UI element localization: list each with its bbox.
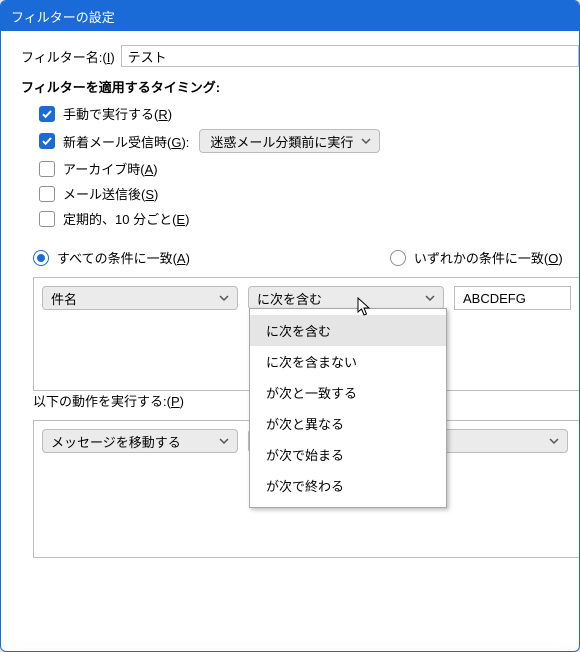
- checkbox-periodic[interactable]: 定期的、10 分ごと(E): [39, 209, 579, 228]
- menu-item[interactable]: が次で終わる: [250, 470, 446, 501]
- filter-name-label: フィルター名:(I): [21, 47, 115, 66]
- chevron-down-icon: [219, 436, 229, 446]
- checkbox-box: [39, 133, 55, 149]
- filter-settings-window: フィルターの設定 フィルター名:(I) フィルターを適用するタイミング: 手動で…: [0, 0, 580, 652]
- checkbox-on-new-mail[interactable]: 新着メール受信時(G): 迷惑メール分類前に実行: [39, 129, 579, 153]
- chevron-down-icon: [425, 293, 435, 303]
- operator-dropdown-menu: に次を含む に次を含まない が次と一致する が次と異なる が次で始まる が次で終…: [249, 308, 447, 508]
- checkbox-label: アーカイブ時(A): [63, 159, 158, 178]
- timing-section-title: フィルターを適用するタイミング:: [21, 77, 579, 96]
- checkbox-after-send[interactable]: メール送信後(S): [39, 184, 579, 203]
- radio-label: すべての条件に一致(A): [57, 248, 190, 267]
- window-title: フィルターの設定: [11, 7, 115, 26]
- checkbox-box: [39, 186, 55, 202]
- match-mode-row: すべての条件に一致(A) いずれかの条件に一致(O): [33, 248, 579, 267]
- radio-match-any[interactable]: [390, 250, 406, 266]
- radio-label: いずれかの条件に一致(O): [414, 248, 563, 267]
- filter-name-input[interactable]: [121, 45, 579, 67]
- checkbox-label: 新着メール受信時(G):: [63, 132, 189, 151]
- checkbox-run-manually[interactable]: 手動で実行する(R): [39, 104, 579, 123]
- condition-row: 件名 に次を含む: [42, 286, 571, 310]
- menu-item[interactable]: に次を含む: [250, 315, 446, 346]
- checkbox-box: [39, 106, 55, 122]
- new-mail-when-select[interactable]: 迷惑メール分類前に実行: [199, 129, 380, 153]
- action-type-select[interactable]: メッセージを移動する: [42, 429, 238, 453]
- chevron-down-icon: [361, 136, 371, 146]
- chevron-down-icon: [219, 293, 229, 303]
- menu-item[interactable]: が次と一致する: [250, 377, 446, 408]
- condition-value-input[interactable]: [454, 286, 571, 310]
- checkbox-label: メール送信後(S): [63, 184, 158, 203]
- checkbox-label: 定期的、10 分ごと(E): [63, 209, 189, 228]
- menu-item[interactable]: が次で始まる: [250, 439, 446, 470]
- condition-field-select[interactable]: 件名: [42, 286, 238, 310]
- menu-item[interactable]: に次を含まない: [250, 346, 446, 377]
- titlebar: フィルターの設定: [1, 1, 579, 31]
- checkbox-box: [39, 211, 55, 227]
- checkbox-label: 手動で実行する(R): [63, 104, 172, 123]
- menu-item[interactable]: が次と異なる: [250, 408, 446, 439]
- filter-name-row: フィルター名:(I): [21, 45, 579, 67]
- radio-match-all[interactable]: [33, 250, 49, 266]
- condition-operator-select[interactable]: に次を含む: [248, 286, 444, 310]
- chevron-down-icon: [549, 436, 559, 446]
- checkbox-box: [39, 161, 55, 177]
- checkbox-on-archive[interactable]: アーカイブ時(A): [39, 159, 579, 178]
